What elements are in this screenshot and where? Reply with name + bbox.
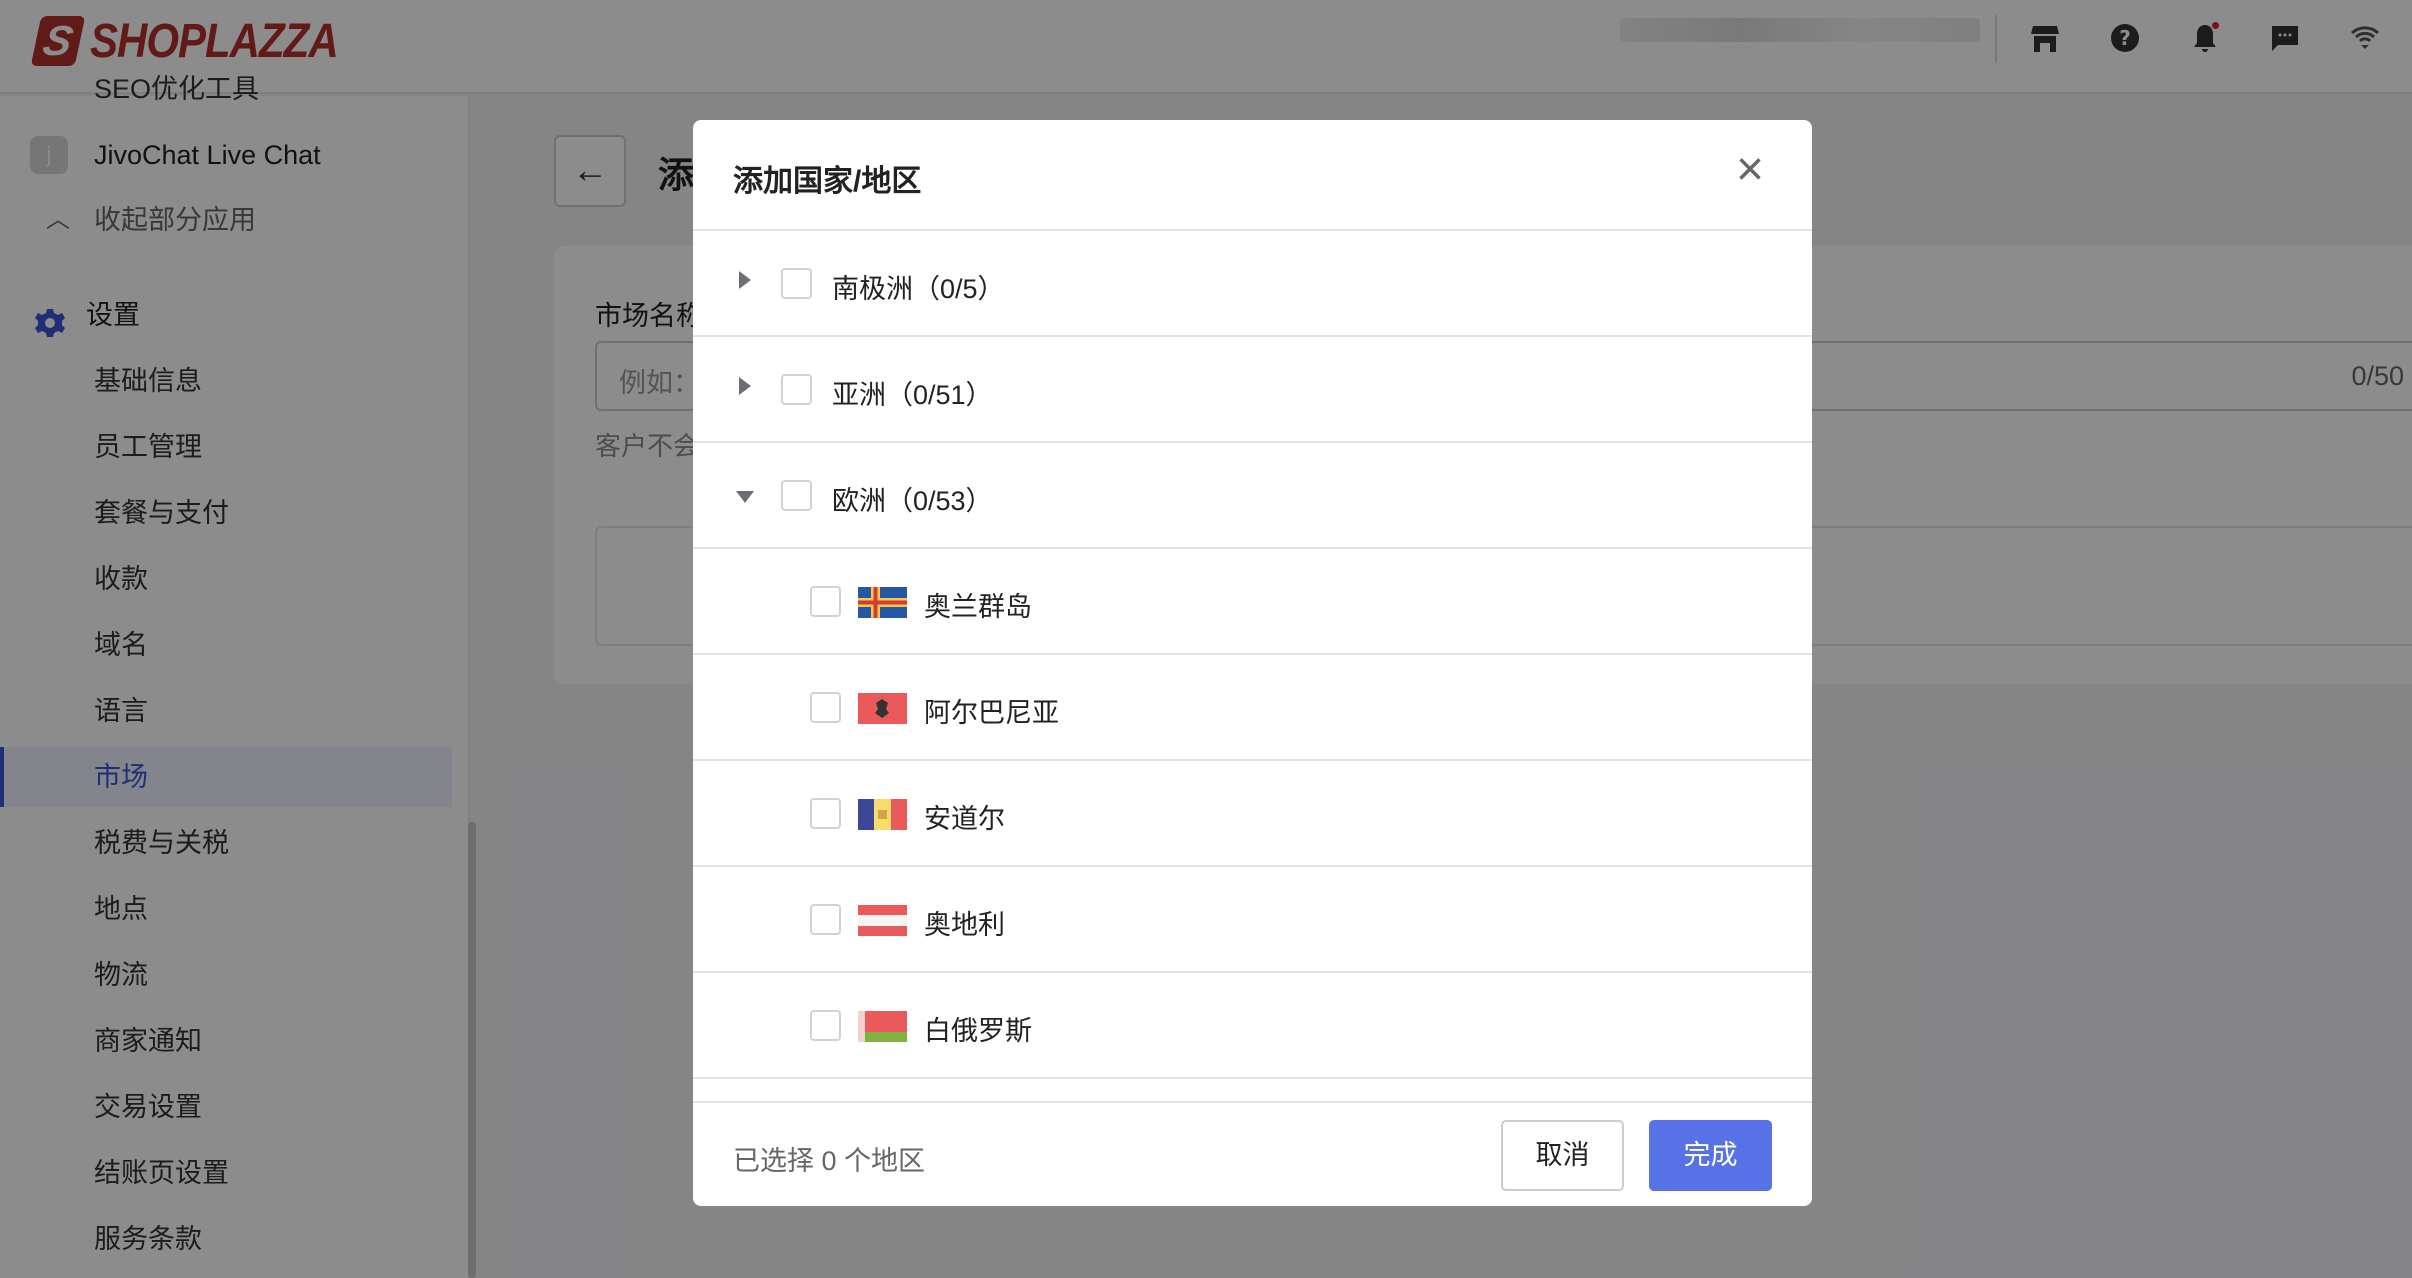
austria-flag-icon — [858, 905, 907, 936]
checkbox[interactable] — [810, 586, 841, 617]
dialog-title: 添加国家/地区 — [733, 156, 921, 200]
done-button[interactable]: 完成 — [1649, 1120, 1772, 1191]
country-row[interactable]: 奥地利 — [693, 867, 1812, 973]
belarus-flag-icon — [858, 1011, 907, 1042]
caret-right-icon[interactable] — [739, 377, 751, 395]
checkbox[interactable] — [810, 1010, 841, 1041]
continent-label: 亚洲（0/51） — [832, 373, 993, 412]
checkbox[interactable] — [781, 374, 812, 405]
caret-down-icon[interactable] — [736, 491, 754, 503]
continent-row[interactable]: 南极洲（0/5） — [693, 231, 1812, 337]
country-label: 奥兰群岛 — [924, 585, 1032, 624]
country-label: 奥地利 — [924, 903, 1005, 942]
country-label: 白俄罗斯 — [924, 1009, 1032, 1048]
checkbox[interactable] — [810, 798, 841, 829]
dialog-footer: 已选择 0 个地区 取消 完成 — [693, 1101, 1812, 1206]
checkbox[interactable] — [781, 480, 812, 511]
checkbox[interactable] — [810, 904, 841, 935]
continent-label: 南极洲（0/5） — [832, 267, 1005, 306]
country-row[interactable]: 阿尔巴尼亚 — [693, 655, 1812, 761]
andorra-flag-icon — [858, 799, 907, 830]
close-icon[interactable]: × — [1728, 148, 1772, 192]
country-label: 阿尔巴尼亚 — [924, 691, 1059, 730]
country-row[interactable]: 奥兰群岛 — [693, 549, 1812, 655]
aland-flag-icon — [858, 587, 907, 618]
country-row[interactable]: 安道尔 — [693, 761, 1812, 867]
continent-row[interactable]: 欧洲（0/53） — [693, 443, 1812, 549]
selected-count: 已选择 0 个地区 — [733, 1139, 925, 1178]
cancel-button[interactable]: 取消 — [1501, 1120, 1624, 1191]
add-region-dialog: 添加国家/地区 × 南极洲（0/5） 亚洲（0/51） 欧洲（0/53） 奥兰群… — [693, 120, 1812, 1206]
continent-label: 欧洲（0/53） — [832, 479, 993, 518]
checkbox[interactable] — [810, 692, 841, 723]
caret-right-icon[interactable] — [739, 271, 751, 289]
country-row[interactable]: 白俄罗斯 — [693, 973, 1812, 1079]
checkbox[interactable] — [781, 268, 812, 299]
country-label: 安道尔 — [924, 797, 1005, 836]
albania-flag-icon — [858, 693, 907, 724]
continent-row[interactable]: 亚洲（0/51） — [693, 337, 1812, 443]
